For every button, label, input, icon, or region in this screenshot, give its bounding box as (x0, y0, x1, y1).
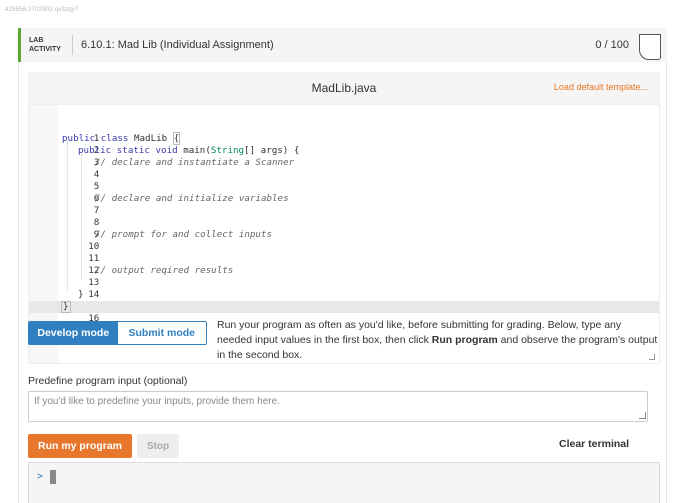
code-line: 9 (29, 217, 659, 240)
activity-id: 425556.2702902.qx3zqy7 (5, 7, 79, 13)
editor-header: MadLib.java Load default template... (28, 72, 660, 104)
submit-mode-button[interactable]: Submit mode (117, 322, 206, 344)
code-line: 1 (29, 121, 659, 144)
code-line: 3 public static void main(String[] args)… (29, 145, 659, 168)
code-comment: // prompt for and collect inputs (95, 229, 273, 240)
code-line: 14 (29, 277, 659, 300)
mode-instructions: Run your program as often as you'd like,… (217, 319, 658, 361)
code-comment: // declare and initialize variables (95, 193, 289, 204)
code-line: 5 (29, 169, 659, 192)
code-line: 8 (29, 205, 659, 228)
code-text: public class MadLib { (62, 132, 181, 145)
code-line-active: 16 } (29, 301, 659, 324)
code-text: } (78, 289, 84, 300)
clear-terminal-button[interactable]: Clear terminal (559, 438, 629, 450)
badge-line-2: ACTIVITY (29, 46, 61, 53)
mode-toggle: Develop mode Submit mode (28, 321, 207, 345)
code-line: 6 (29, 181, 659, 204)
develop-mode-button[interactable]: Develop mode (29, 322, 118, 344)
run-program-emphasis: Run program (431, 334, 498, 346)
code-line: 4 // declare and instantiate a Scanner (29, 157, 659, 180)
lab-title: 6.10.1: Mad Lib (Individual Assignment) (81, 39, 274, 51)
code-line: 10 // prompt for and collect inputs (29, 229, 659, 252)
lab-header: LAB ACTIVITY 6.10.1: Mad Lib (Individual… (18, 28, 667, 62)
lab-score: 0 / 100 (595, 39, 629, 51)
code-comment: // declare and instantiate a Scanner (95, 157, 295, 168)
code-text: } (61, 301, 71, 313)
terminal-cursor (50, 470, 56, 484)
file-name: MadLib.java (311, 81, 377, 95)
code-line: 13 // output reqired results (29, 265, 659, 288)
predefine-input-label: Predefine program input (optional) (28, 375, 188, 387)
code-line: 12 (29, 253, 659, 276)
load-default-template-link[interactable]: Load default template... (554, 82, 648, 92)
code-line: 11 (29, 241, 659, 264)
score-shield-icon (639, 34, 661, 60)
terminal-output[interactable]: > (28, 462, 660, 503)
stop-button[interactable]: Stop (137, 434, 179, 458)
code-line: 7 // declare and initialize variables (29, 193, 659, 216)
code-line: 15 } (29, 289, 659, 312)
code-comment: // output reqired results (95, 265, 234, 276)
lab-content: MadLib.java Load default template... 1 2… (18, 62, 667, 503)
predefine-input-field[interactable] (28, 391, 648, 422)
code-line: 2 public class MadLib { (29, 132, 659, 156)
input-resize-handle[interactable] (639, 412, 646, 419)
run-my-program-button[interactable]: Run my program (28, 434, 132, 458)
badge-line-1: LAB (29, 37, 44, 44)
code-text: public static void main(String[] args) { (78, 145, 300, 156)
lab-activity-badge: LAB ACTIVITY (21, 35, 73, 55)
terminal-prompt: > (37, 471, 44, 482)
